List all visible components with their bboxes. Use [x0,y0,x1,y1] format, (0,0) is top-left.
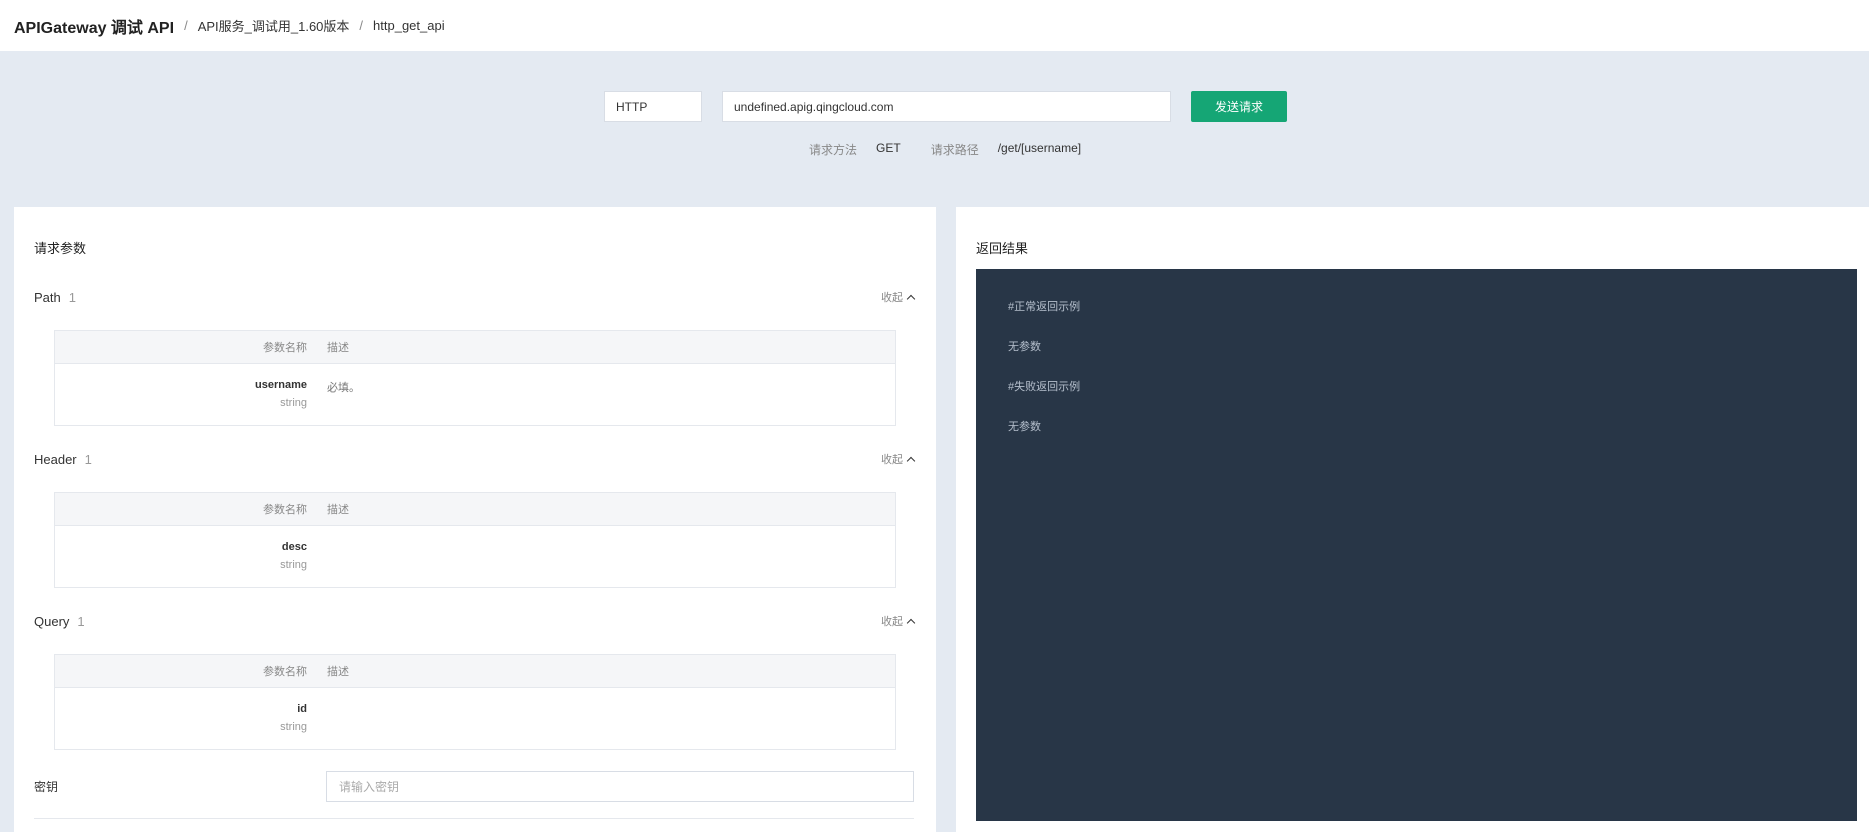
param-desc: 必填。 [327,382,360,394]
query-section: Query 1 收起 参数名称 描述 id string [34,611,916,750]
breadcrumb-root[interactable]: APIGateway 调试 API [14,14,174,38]
section-count: 1 [68,289,76,305]
col-desc: 描述 [327,504,349,516]
collapse-toggle[interactable]: 收起 [881,451,916,467]
col-desc: 描述 [327,666,349,678]
send-request-button[interactable]: 发送请求 [1191,91,1287,122]
path-section: Path 1 收起 参数名称 描述 username string 必填。 [34,287,916,426]
host-field[interactable]: undefined.apig.qingcloud.com [722,91,1171,122]
request-bar: HTTP undefined.apig.qingcloud.com 发送请求 [604,91,1287,122]
code-line: #失败返回示例 [1008,381,1081,393]
param-desc [307,526,327,587]
param-name: id [297,703,307,715]
param-type: string [280,721,307,733]
param-type: string [280,559,307,571]
header-section: Header 1 收起 参数名称 描述 desc string [34,449,916,588]
code-line: 无参数 [1008,421,1041,433]
param-table: 参数名称 描述 id string [54,654,896,750]
path-label: 请求路径 [930,143,979,157]
code-line: #正常返回示例 [1008,301,1081,313]
section-count: 1 [77,613,85,629]
param-table: 参数名称 描述 username string 必填。 [54,330,896,426]
col-name: 参数名称 [263,666,307,678]
table-header: 参数名称 描述 [55,493,895,526]
panel-title: 请求参数 [34,241,87,256]
param-name: desc [281,541,307,553]
table-row: username string 必填。 [55,364,895,425]
col-desc: 描述 [327,342,349,354]
table-row: desc string [55,526,895,587]
breadcrumb: APIGateway 调试 API / API服务_调试用_1.60版本 / h… [0,0,1869,51]
panel-title: 返回结果 [976,241,1029,256]
col-name: 参数名称 [263,342,307,354]
param-table: 参数名称 描述 desc string [54,492,896,588]
secret-label: 密钥 [34,780,59,794]
request-meta: 请求方法 GET 请求路径 /get/[username] [809,141,1081,158]
param-desc [307,688,327,749]
response-code-box: #正常返回示例 无参数 #失败返回示例 无参数 [976,269,1857,821]
method-label: 请求方法 [809,143,858,157]
breadcrumb-api: http_get_api [373,18,445,33]
table-row: id string [55,688,895,749]
chevron-up-icon [906,294,916,303]
param-type: string [280,397,307,409]
col-name: 参数名称 [263,504,307,516]
breadcrumb-separator: / [184,18,188,33]
section-title: Path 1 [34,289,76,305]
chevron-up-icon [906,456,916,465]
section-count: 1 [84,451,92,467]
method-value: GET [876,141,901,155]
divider [34,818,914,819]
protocol-select[interactable]: HTTP [604,91,702,122]
section-title: Query 1 [34,613,85,629]
collapse-toggle[interactable]: 收起 [881,289,916,305]
table-header: 参数名称 描述 [55,331,895,364]
response-panel: 返回结果 #正常返回示例 无参数 #失败返回示例 无参数 [956,207,1869,832]
secret-row: 密钥 [34,771,914,802]
chevron-up-icon [906,618,916,627]
secret-input[interactable] [326,771,914,802]
breadcrumb-separator: / [359,18,364,33]
path-value: /get/[username] [997,141,1082,155]
param-name: username [255,379,307,391]
collapse-toggle[interactable]: 收起 [881,613,916,629]
breadcrumb-service[interactable]: API服务_调试用_1.60版本 [198,16,350,35]
section-title: Header 1 [34,451,92,467]
table-header: 参数名称 描述 [55,655,895,688]
request-params-panel: 请求参数 Path 1 收起 参数名称 描述 username string 必填… [14,207,936,832]
code-line: 无参数 [1008,341,1041,353]
